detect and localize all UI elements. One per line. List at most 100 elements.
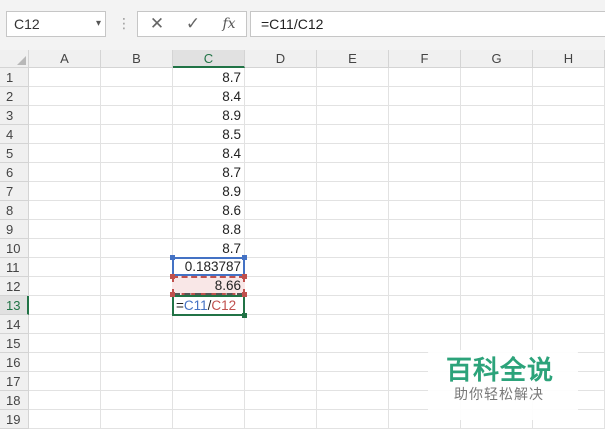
cell-b17[interactable] — [101, 372, 173, 391]
cell-c19[interactable] — [173, 410, 245, 429]
column-header-b[interactable]: B — [101, 50, 173, 68]
cell-a1[interactable] — [29, 68, 101, 87]
cell-h3[interactable] — [533, 106, 605, 125]
row-header-16[interactable]: 16 — [0, 353, 29, 372]
cell-b3[interactable] — [101, 106, 173, 125]
cell-h8[interactable] — [533, 201, 605, 220]
resize-handle-c12-tl[interactable] — [170, 274, 175, 279]
resize-handle-c12-bl[interactable] — [170, 292, 175, 297]
cell-c3[interactable]: 8.9 — [173, 106, 245, 125]
row-header-7[interactable]: 7 — [0, 182, 29, 201]
cell-e15[interactable] — [317, 334, 389, 353]
cell-e19[interactable] — [317, 410, 389, 429]
cell-c15[interactable] — [173, 334, 245, 353]
column-header-g[interactable]: G — [461, 50, 533, 68]
cell-d16[interactable] — [245, 353, 317, 372]
cell-d1[interactable] — [245, 68, 317, 87]
cell-d19[interactable] — [245, 410, 317, 429]
row-header-14[interactable]: 14 — [0, 315, 29, 334]
row-header-12[interactable]: 12 — [0, 277, 29, 296]
row-header-11[interactable]: 11 — [0, 258, 29, 277]
cell-g2[interactable] — [461, 87, 533, 106]
cell-h12[interactable] — [533, 277, 605, 296]
row-header-6[interactable]: 6 — [0, 163, 29, 182]
column-header-c[interactable]: C — [173, 50, 245, 68]
row-header-15[interactable]: 15 — [0, 334, 29, 353]
row-header-10[interactable]: 10 — [0, 239, 29, 258]
cell-a6[interactable] — [29, 163, 101, 182]
cell-d14[interactable] — [245, 315, 317, 334]
cell-c17[interactable] — [173, 372, 245, 391]
cell-f14[interactable] — [389, 315, 461, 334]
cell-d9[interactable] — [245, 220, 317, 239]
cell-e17[interactable] — [317, 372, 389, 391]
column-header-e[interactable]: E — [317, 50, 389, 68]
cell-f11[interactable] — [389, 258, 461, 277]
cancel-icon[interactable]: ✕ — [142, 12, 172, 36]
cell-d6[interactable] — [245, 163, 317, 182]
cell-b7[interactable] — [101, 182, 173, 201]
column-header-f[interactable]: F — [389, 50, 461, 68]
cell-d8[interactable] — [245, 201, 317, 220]
cell-b8[interactable] — [101, 201, 173, 220]
cell-d18[interactable] — [245, 391, 317, 410]
checkmark-icon[interactable]: ✓ — [178, 12, 208, 36]
cell-f2[interactable] — [389, 87, 461, 106]
cell-e11[interactable] — [317, 258, 389, 277]
cell-g7[interactable] — [461, 182, 533, 201]
cell-g10[interactable] — [461, 239, 533, 258]
cell-e13[interactable] — [317, 296, 389, 315]
cell-a2[interactable] — [29, 87, 101, 106]
cell-b11[interactable] — [101, 258, 173, 277]
cell-e6[interactable] — [317, 163, 389, 182]
cell-e9[interactable] — [317, 220, 389, 239]
cell-d15[interactable] — [245, 334, 317, 353]
cell-g9[interactable] — [461, 220, 533, 239]
cell-f6[interactable] — [389, 163, 461, 182]
cell-d10[interactable] — [245, 239, 317, 258]
row-header-19[interactable]: 19 — [0, 410, 29, 429]
formula-input[interactable]: =C11/C12 — [250, 11, 605, 37]
cell-d5[interactable] — [245, 144, 317, 163]
select-all-corner[interactable] — [0, 50, 29, 68]
cell-e12[interactable] — [317, 277, 389, 296]
cell-f7[interactable] — [389, 182, 461, 201]
cell-c6[interactable]: 8.7 — [173, 163, 245, 182]
cell-e10[interactable] — [317, 239, 389, 258]
cell-f3[interactable] — [389, 106, 461, 125]
column-header-h[interactable]: H — [533, 50, 605, 68]
cell-h2[interactable] — [533, 87, 605, 106]
cell-a10[interactable] — [29, 239, 101, 258]
row-header-9[interactable]: 9 — [0, 220, 29, 239]
cell-g6[interactable] — [461, 163, 533, 182]
cell-h10[interactable] — [533, 239, 605, 258]
cell-g3[interactable] — [461, 106, 533, 125]
cell-a12[interactable] — [29, 277, 101, 296]
cell-c1[interactable]: 8.7 — [173, 68, 245, 87]
cell-a4[interactable] — [29, 125, 101, 144]
cell-b6[interactable] — [101, 163, 173, 182]
cell-c7[interactable]: 8.9 — [173, 182, 245, 201]
cell-h7[interactable] — [533, 182, 605, 201]
fill-handle[interactable] — [242, 313, 247, 318]
cell-c14[interactable] — [173, 315, 245, 334]
cell-c5[interactable]: 8.4 — [173, 144, 245, 163]
cell-f4[interactable] — [389, 125, 461, 144]
cell-d12[interactable] — [245, 277, 317, 296]
cell-g5[interactable] — [461, 144, 533, 163]
cell-e2[interactable] — [317, 87, 389, 106]
cell-c2[interactable]: 8.4 — [173, 87, 245, 106]
cell-e1[interactable] — [317, 68, 389, 87]
column-header-a[interactable]: A — [29, 50, 101, 68]
resize-handle-c11-tl[interactable] — [170, 255, 175, 260]
cell-b13[interactable] — [101, 296, 173, 315]
row-header-1[interactable]: 1 — [0, 68, 29, 87]
cell-c16[interactable] — [173, 353, 245, 372]
cell-e16[interactable] — [317, 353, 389, 372]
cell-h6[interactable] — [533, 163, 605, 182]
cell-b16[interactable] — [101, 353, 173, 372]
cell-b15[interactable] — [101, 334, 173, 353]
cell-c13-editor[interactable]: =C11/C12 — [172, 295, 245, 316]
chevron-down-icon[interactable]: ▾ — [96, 12, 101, 36]
cell-g1[interactable] — [461, 68, 533, 87]
